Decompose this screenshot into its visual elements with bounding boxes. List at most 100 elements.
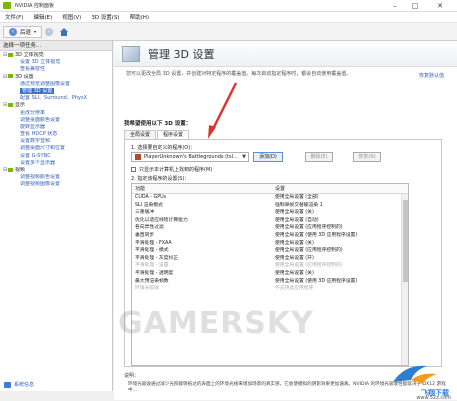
table-row[interactable]: 最大预渲染帧数 使用全局设置 (使用 3D 应用程序设置)	[132, 278, 408, 286]
tree-item-multi-display[interactable]: 设置多个显示器	[0, 160, 112, 167]
page-header: 管理 3D 设置	[114, 41, 457, 67]
chevron-down-icon: ▼	[242, 154, 246, 160]
back-arrow-icon: ‹	[9, 27, 17, 36]
tree-item-video-color[interactable]: 调整视频颜色设置	[0, 174, 112, 181]
tree-item-gsync[interactable]: 设置 G-SYNC	[0, 153, 112, 160]
table-row[interactable]: 环境光吸收 不支持此应用程序	[132, 285, 408, 293]
back-button[interactable]: ‹ 后退 ▾	[3, 25, 43, 38]
feature-cell: 环境光吸收	[135, 286, 159, 292]
feature-cell: 垂直同步	[135, 232, 155, 238]
menu-bar: 文件(F) 编辑(E) 视图(V) 3D 设置(S) 帮助(H)	[0, 12, 457, 23]
tree-item-sli[interactable]: 配置 SLI、Surround、PhysX	[0, 95, 112, 102]
tree-item-desktop-color[interactable]: 调整桌面颜色设置	[0, 117, 112, 124]
tab-global-settings[interactable]: 全局设置	[124, 130, 157, 139]
setting-cell[interactable]: 不支持此应用程序	[272, 285, 408, 293]
feature-cell: 平滑处理 - 模式	[135, 248, 169, 254]
setting-cell[interactable]: 使用全局设置 (全部)	[272, 194, 408, 202]
table-row[interactable]: 各向异性过滤 使用全局设置 (应用程序控制的)	[132, 224, 408, 232]
tree-item-resolution[interactable]: 更改分辨率	[0, 110, 112, 117]
toolbar: ‹ 后退 ▾ ›	[0, 23, 457, 41]
nvidia-app-icon	[3, 2, 11, 9]
menu-help[interactable]: 帮助(H)	[125, 13, 154, 21]
show-local-programs-checkbox[interactable]: 只显示本计算机上找到的程序(M)	[131, 166, 212, 173]
tree-category-video[interactable]: ⊟ 视频	[0, 167, 112, 174]
remove-program-button[interactable]: 删除(E)	[305, 152, 333, 162]
feature-cell: 平滑处理 - 透明度	[135, 270, 174, 276]
page-title: 管理 3D 设置	[148, 47, 215, 61]
tree-category-3d-settings[interactable]: ⊟ 3D 设置	[0, 74, 112, 81]
title-bar: NVIDIA 控制面板 – □ ✕	[0, 0, 457, 12]
feature-cell: 优化以适应线程计算能力	[135, 217, 188, 223]
checkbox-box[interactable]	[131, 167, 136, 172]
tree-category-display[interactable]: ⊟ 显示	[0, 102, 112, 109]
main-panel: 管理 3D 设置 您可以更改全局 3D 设置，并创建对特定程序的覆盖值。每次启动…	[114, 41, 457, 400]
setting-cell[interactable]: 使用全局设置 (使用 3D 应用程序设置)	[272, 278, 408, 286]
table-row[interactable]: 优化以适应线程计算能力 使用全局设置 (自动)	[132, 217, 408, 225]
menu-file[interactable]: 文件(F)	[0, 13, 28, 21]
table-row[interactable]: 三重缓冲 使用全局设置 (关)	[132, 209, 408, 217]
table-row[interactable]: SLI 渲染模式 强制单帧交替输渲染 1	[132, 202, 408, 210]
tree-item-view-compat[interactable]: 查看兼容性	[0, 66, 112, 73]
add-program-button[interactable]: 添加(D)	[253, 152, 283, 162]
feature-cell: SLI 渲染模式	[135, 202, 163, 208]
table-row[interactable]: 平滑处理 - FXAA 使用全局设置 (关)	[132, 240, 408, 248]
restore-defaults-link[interactable]: 恢复默认值	[419, 72, 444, 79]
table-scrollbar[interactable]	[401, 194, 408, 365]
program-select-value: PlayerUnknown's Battlegrounds (tsl...	[144, 154, 238, 160]
setting-cell[interactable]: 使用全局设置 (开)	[272, 255, 408, 263]
chevron-down-icon: ▾	[34, 29, 37, 34]
select-program-label: 1. 选择要自定义的程序(O)：	[131, 145, 196, 151]
tree-item-rotate[interactable]: 旋转显示器	[0, 124, 112, 131]
table-row[interactable]: 平滑处理 - 模式 使用全局设置 (应用程序控制的)	[132, 247, 408, 255]
tree-item-preview[interactable]: 通过预览调整图像设置	[0, 81, 112, 88]
tree-item-audio[interactable]: 设置数字音频	[0, 138, 112, 145]
setting-cell[interactable]: 使用全局设置 (自动)	[272, 217, 408, 225]
program-settings-label: 2. 指定该程序的设置(S)：	[131, 176, 190, 182]
sidebar-header: 选择一项任务...	[0, 41, 112, 51]
tree-item-video-image[interactable]: 调整视频图像设置	[0, 181, 112, 188]
feature-cell: 各向异性过滤	[135, 225, 164, 231]
feature-cell: 平滑处理 - 灰度纠正	[135, 255, 179, 261]
feature-cell: 最大预渲染帧数	[135, 278, 169, 284]
table-row[interactable]: CUDA - GPUs 使用全局设置 (全部)	[132, 194, 408, 202]
close-button[interactable]: ✕	[431, 0, 449, 12]
feature-cell: 平滑处理 - FXAA	[135, 240, 172, 246]
menu-edit[interactable]: 编辑(E)	[28, 13, 57, 21]
minimize-button[interactable]: –	[386, 0, 404, 12]
description-title: 说明：	[124, 373, 140, 379]
table-row[interactable]: 垂直同步 使用全局设置 (使用 3D 应用程序设置)	[132, 232, 408, 240]
table-row[interactable]: 平滑处理 - 透明度 使用全局设置 (关)	[132, 270, 408, 278]
setting-cell[interactable]: 使用全局设置 (使用 3D 应用程序设置)	[272, 232, 408, 240]
task-sidebar: 选择一项任务... ⊟ 3D 立体视觉 设置 3D 立体视觉 查看兼容性 ⊟ 3D …	[0, 41, 113, 391]
forward-button[interactable]: ›	[45, 27, 54, 36]
menu-3d-settings[interactable]: 3D 设置(S)	[86, 13, 124, 21]
tree-item-hdcp[interactable]: 查看 HDCP 状态	[0, 131, 112, 138]
setting-cell[interactable]: 使用全局设置 (关)	[272, 209, 408, 217]
feature-cell: 平滑处理 - 设置	[135, 263, 169, 269]
tree-item-desktop-size[interactable]: 调整桌面尺寸和位置	[0, 145, 112, 152]
tree-item-setup-stereo[interactable]: 设置 3D 立体视觉	[0, 59, 112, 66]
page-description-row: 您可以更改全局 3D 设置，并创建对特定程序的覆盖值。每次启动指定程序时，都会自…	[114, 67, 457, 79]
setting-cell[interactable]: 使用全局设置 (应用程序控制的)	[272, 262, 408, 270]
menu-view[interactable]: 视图(V)	[57, 13, 86, 21]
setting-cell[interactable]: 使用全局设置 (应用程序控制的)	[272, 224, 408, 232]
system-info-icon	[4, 381, 11, 388]
watermark: GAMERSKY	[118, 306, 314, 341]
scrollbar-thumb[interactable]	[403, 200, 408, 282]
restore-program-button[interactable]: 恢复(R)	[353, 152, 381, 162]
home-icon[interactable]	[59, 27, 69, 37]
system-info-link[interactable]: 系统信息	[4, 381, 34, 388]
program-select[interactable]: PlayerUnknown's Battlegrounds (tsl... ▼	[131, 152, 249, 162]
maximize-button[interactable]: □	[406, 0, 424, 12]
setting-cell[interactable]: 使用全局设置 (关)	[272, 270, 408, 278]
window-title: NVIDIA 控制面板	[15, 3, 54, 9]
tree-item-manage-3d[interactable]: 管理 3D 设置	[0, 87, 112, 95]
setting-cell[interactable]: 使用全局设置 (应用程序控制的)	[272, 247, 408, 255]
page-description: 您可以更改全局 3D 设置，并创建对特定程序的覆盖值。每次启动指定程序时，都会自…	[126, 71, 352, 77]
setting-cell[interactable]: 使用全局设置 (关)	[272, 240, 408, 248]
table-row[interactable]: 平滑处理 - 设置 使用全局设置 (应用程序控制的)	[132, 262, 408, 270]
tree-category-3d-stereo[interactable]: ⊟ 3D 立体视觉	[0, 52, 112, 59]
task-tree: ⊟ 3D 立体视觉 设置 3D 立体视觉 查看兼容性 ⊟ 3D 设置 通过预览调整图…	[0, 51, 112, 189]
setting-cell[interactable]: 强制单帧交替输渲染 1	[272, 202, 408, 210]
table-row[interactable]: 平滑处理 - 灰度纠正 使用全局设置 (开)	[132, 255, 408, 263]
